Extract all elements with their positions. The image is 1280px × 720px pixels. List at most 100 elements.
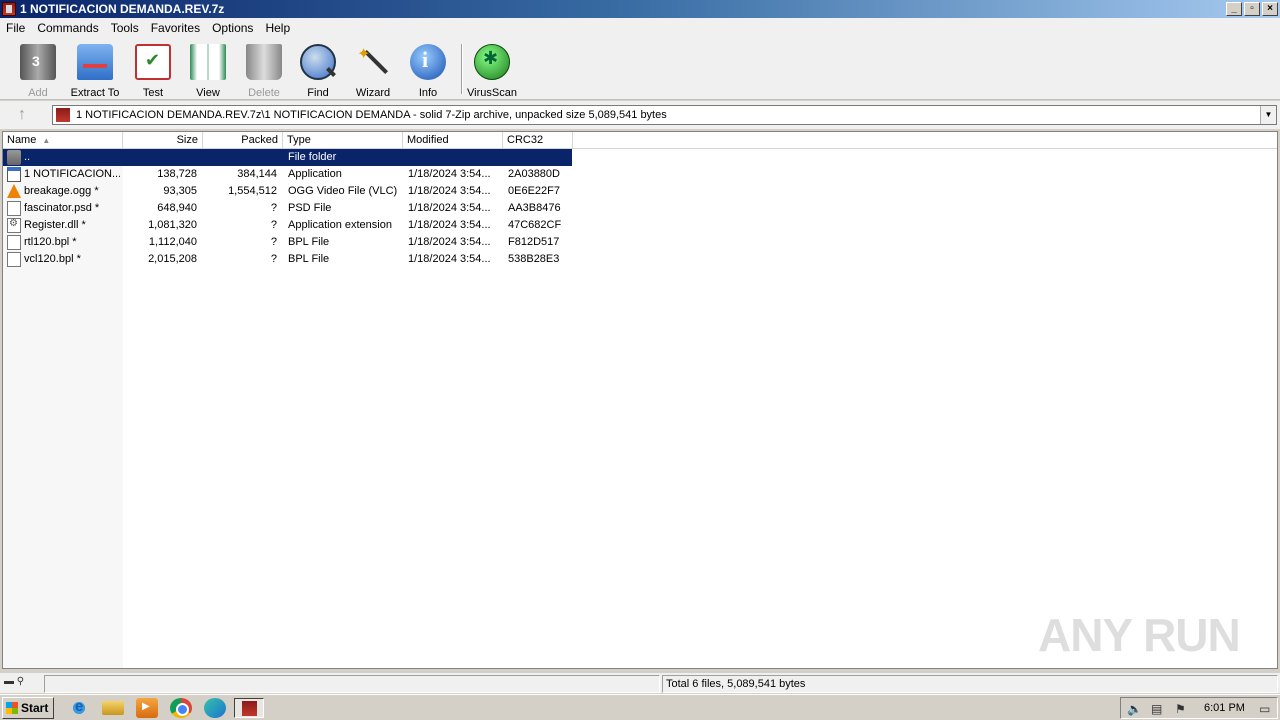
- table-row[interactable]: Register.dll * 1,081,320? Application exte…: [3, 217, 572, 234]
- up-arrow-icon[interactable]: ↑: [8, 105, 36, 125]
- add-label: Add: [28, 87, 48, 99]
- extract-to-label: Extract To: [70, 87, 120, 99]
- path-combobox[interactable]: 1 NOTIFICACION DEMANDA.REV.7z\1 NOTIFICA…: [52, 105, 1277, 125]
- application-icon: [7, 167, 21, 182]
- info-label: Info: [418, 87, 438, 99]
- file-crc32: 0E6E22F7: [508, 185, 560, 197]
- menu-commands[interactable]: Commands: [31, 21, 104, 35]
- file-size: 648,940: [157, 202, 197, 214]
- column-modified[interactable]: Modified: [403, 132, 503, 149]
- file-modified: 1/18/2024 3:54...: [408, 219, 491, 231]
- file-size: 93,305: [163, 185, 197, 197]
- clock[interactable]: 6:01 PM: [1204, 698, 1245, 718]
- show-desktop-icon[interactable]: ▭: [1259, 702, 1270, 716]
- info-button[interactable]: Info: [400, 44, 456, 100]
- file-size: [123, 149, 197, 166]
- toolbar: Add Extract To Test View Delete Find Wiz…: [0, 38, 1280, 100]
- folder-extract-icon: [77, 44, 113, 80]
- path-text: 1 NOTIFICACION DEMANDA.REV.7z\1 NOTIFICA…: [76, 109, 667, 121]
- file-type: BPL File: [288, 236, 330, 248]
- file-name: 1 NOTIFICACION...: [24, 168, 120, 180]
- archive-icon: [56, 108, 70, 122]
- dll-icon: [7, 218, 21, 233]
- media-player-icon[interactable]: [136, 698, 158, 718]
- file-packed: ?: [270, 202, 277, 214]
- table-row[interactable]: rtl120.bpl * 1,112,040? BPL File 1/18/2024 …: [3, 234, 572, 251]
- speaker-icon[interactable]: 🔈: [1127, 702, 1142, 716]
- column-type[interactable]: Type: [283, 132, 403, 149]
- internet-explorer-icon[interactable]: [68, 698, 90, 718]
- view-button[interactable]: View: [180, 44, 236, 100]
- file-modified: 1/18/2024 3:54...: [408, 253, 491, 265]
- file-type: Application: [288, 168, 342, 180]
- virusscan-button[interactable]: VirusScan: [464, 44, 520, 100]
- file-size: 1,081,320: [148, 219, 197, 231]
- file-modified: 1/18/2024 3:54...: [408, 168, 491, 180]
- toolbar-separator: [461, 44, 463, 94]
- checklist-icon: [135, 44, 171, 80]
- network-icon[interactable]: ▤: [1151, 702, 1162, 716]
- file-crc32: F812D517: [508, 236, 560, 248]
- menu-options[interactable]: Options: [206, 21, 259, 35]
- window-title: 1 NOTIFICACION DEMANDA.REV.7z: [20, 2, 225, 16]
- find-button[interactable]: Find: [290, 44, 346, 100]
- delete-button[interactable]: Delete: [236, 44, 292, 100]
- winrar-taskbar-button[interactable]: [234, 698, 264, 718]
- file-explorer-icon[interactable]: [102, 701, 124, 715]
- close-button[interactable]: ×: [1262, 2, 1278, 16]
- test-button[interactable]: Test: [125, 44, 181, 100]
- extract-to-button[interactable]: Extract To: [67, 44, 123, 100]
- file-crc32: 47C682CF: [508, 219, 562, 231]
- menu-help[interactable]: Help: [259, 21, 296, 35]
- file-crc32: AA3B8476: [508, 202, 561, 214]
- flag-icon[interactable]: ⚑: [1175, 702, 1186, 716]
- winrar-app-icon[interactable]: [2, 2, 16, 16]
- add-button[interactable]: Add: [10, 44, 66, 100]
- file-name: ..: [24, 151, 31, 163]
- file-type: Application extension: [288, 219, 392, 231]
- file-crc32: 538B28E3: [508, 253, 560, 265]
- magnifier-icon: [300, 44, 336, 80]
- table-row[interactable]: 1 NOTIFICACION... 138,728 384,144 Applicati…: [3, 166, 572, 183]
- menu-favorites[interactable]: Favorites: [145, 21, 206, 35]
- file-modified: 1/18/2024 3:54...: [408, 202, 491, 214]
- table-row[interactable]: vcl120.bpl * 2,015,208? BPL File 1/18/2024 …: [3, 251, 572, 268]
- file-crc32: [508, 149, 572, 166]
- file-type: BPL File: [288, 253, 330, 265]
- file-icon: [7, 252, 21, 267]
- file-size: 2,015,208: [148, 253, 197, 265]
- file-size: 138,728: [157, 168, 197, 180]
- wizard-button[interactable]: Wizard: [345, 44, 401, 100]
- chrome-icon[interactable]: [170, 698, 192, 718]
- minimize-button[interactable]: _: [1226, 2, 1242, 16]
- test-label: Test: [142, 87, 164, 99]
- column-crc32[interactable]: CRC32: [503, 132, 573, 149]
- column-packed[interactable]: Packed: [203, 132, 283, 149]
- table-row[interactable]: breakage.ogg * 93,305 1,554,512 OGG Video F…: [3, 183, 572, 200]
- file-list[interactable]: Name ▲ Size Packed Type Modified CRC32 ..…: [2, 131, 1278, 669]
- address-bar: ↑ 1 NOTIFICACION DEMANDA.REV.7z\1 NOTIFI…: [0, 101, 1280, 129]
- file-packed: ?: [270, 253, 277, 265]
- file-modified: 1/18/2024 3:54...: [408, 236, 491, 248]
- menu-file[interactable]: File: [0, 21, 31, 35]
- vlc-icon: [7, 184, 21, 198]
- status-total: Total 6 files, 5,089,541 bytes: [662, 675, 1278, 693]
- restore-button[interactable]: ▫: [1244, 2, 1260, 16]
- info-icon: [410, 44, 446, 80]
- edge-icon[interactable]: [204, 698, 226, 718]
- table-row[interactable]: .. File folder: [3, 149, 572, 166]
- file-name: Register.dll *: [24, 219, 86, 231]
- file-packed: ?: [270, 219, 277, 231]
- menu-tools[interactable]: Tools: [105, 21, 145, 35]
- column-size[interactable]: Size: [123, 132, 203, 149]
- table-row[interactable]: fascinator.psd * 648,940? PSD File 1/18/202…: [3, 200, 572, 217]
- drive-and-key-icons: ▬ ⚲: [4, 676, 25, 687]
- anyrun-watermark: ANY RUN: [1038, 609, 1241, 661]
- archive-add-icon: [20, 44, 56, 80]
- title-bar: 1 NOTIFICACION DEMANDA.REV.7z _ ▫ ×: [0, 0, 1280, 18]
- chevron-down-icon[interactable]: ▼: [1260, 106, 1276, 124]
- file-name: breakage.ogg *: [24, 185, 99, 197]
- column-name[interactable]: Name ▲: [3, 132, 123, 149]
- start-button[interactable]: Start: [2, 697, 54, 719]
- file-type: File folder: [288, 151, 337, 163]
